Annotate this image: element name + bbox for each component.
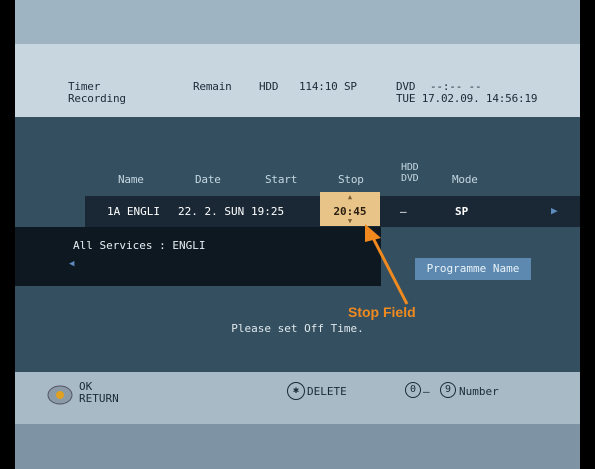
tv-screen: Timer Recording Remain HDD 114:10 SP DVD… xyxy=(15,0,580,469)
hdd-remain: 114:10 SP xyxy=(299,80,357,93)
services-label: All Services : ENGLI xyxy=(73,239,206,252)
remain-label: Remain xyxy=(193,80,232,93)
hdd-label: HDD xyxy=(259,80,279,93)
delete-label: DELETE xyxy=(307,385,347,398)
ok-return-button-icon[interactable] xyxy=(47,384,73,406)
callout-arrow-icon xyxy=(365,224,409,305)
zero-key-icon: 0 xyxy=(405,382,421,398)
stop-field-callout: Stop Field xyxy=(348,304,416,320)
col-dest-bottom: DVD xyxy=(401,173,419,184)
programme-name-button[interactable]: Programme Name xyxy=(415,258,531,280)
col-mode: Mode xyxy=(452,173,478,186)
timer-row[interactable]: 1A ENGLI 22. 2. SUN 19:25 ▲ 20:45 ▼ — SP… xyxy=(85,192,580,227)
row-dest: — xyxy=(400,205,407,218)
col-stop: Stop xyxy=(338,173,364,186)
services-box: All Services : ENGLI ◀ xyxy=(15,227,381,286)
delete-button-icon[interactable]: ✱ xyxy=(287,382,305,400)
footer-bar: OK RETURN ✱ DELETE 0 — 9 Number xyxy=(15,372,580,424)
top-strip xyxy=(15,0,580,44)
header-band: Timer Recording Remain HDD 114:10 SP DVD… xyxy=(15,44,580,117)
row-start: 19:25 xyxy=(251,205,285,218)
stop-up-arrow-icon[interactable]: ▲ xyxy=(320,193,380,201)
row-date: 22. 2. SUN xyxy=(178,205,245,218)
stop-field[interactable]: ▲ 20:45 ▼ xyxy=(320,192,380,226)
title-line-2: Recording xyxy=(68,92,126,105)
clock-datetime: TUE 17.02.09. 14:56:19 xyxy=(396,92,538,105)
col-start: Start xyxy=(265,173,298,186)
row-right-arrow-icon[interactable]: ▶ xyxy=(551,204,558,217)
instruction-message: Please set Off Time. xyxy=(231,322,364,335)
nine-key-icon: 9 xyxy=(440,382,456,398)
services-left-arrow-icon[interactable]: ◀ xyxy=(69,259,74,269)
bottom-strip xyxy=(15,424,580,469)
row-mode: SP xyxy=(455,205,469,218)
row-name: 1A ENGLI xyxy=(107,205,160,218)
return-label: RETURN xyxy=(79,392,119,405)
range-dash: — xyxy=(423,385,430,398)
number-label: Number xyxy=(459,385,499,398)
col-name: Name xyxy=(118,173,144,186)
col-date: Date xyxy=(195,173,221,186)
